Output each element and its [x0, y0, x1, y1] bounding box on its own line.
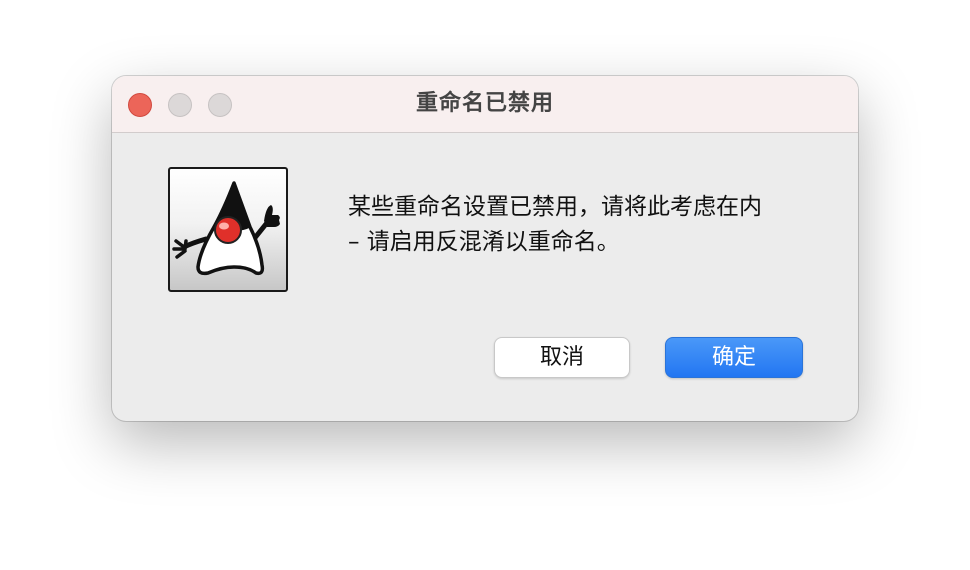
cancel-button[interactable]: 取消 [494, 337, 630, 378]
alert-dialog: 重命名已禁用 某些重命名设置已禁用，请将此考虑在内 – 请启用反混淆以重命名。 … [112, 76, 858, 421]
dialog-message: 某些重命名设置已禁用，请将此考虑在内 – 请启用反混淆以重命名。 [348, 190, 828, 260]
message-line-1: 某些重命名设置已禁用，请将此考虑在内 [348, 194, 762, 220]
dialog-title: 重命名已禁用 [415, 91, 554, 116]
ok-button[interactable]: 确定 [665, 337, 803, 378]
desktop-background: 重命名已禁用 某些重命名设置已禁用，请将此考虑在内 – 请启用反混淆以重命名。 … [0, 0, 970, 570]
java-duke-icon [168, 167, 288, 292]
title-bar: 重命名已禁用 [112, 76, 858, 133]
message-line-2: – 请启用反混淆以重命名。 [348, 229, 620, 255]
